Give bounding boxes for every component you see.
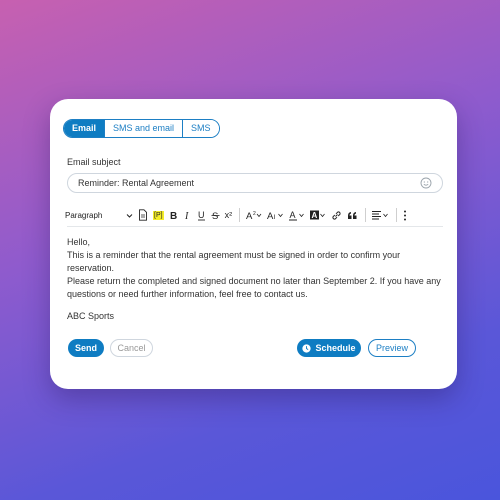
alignment-button[interactable] xyxy=(372,207,389,223)
font-size-icon: AI xyxy=(267,211,283,220)
svg-text:A: A xyxy=(290,210,296,220)
text-style-button[interactable]: A2 xyxy=(246,207,262,223)
strikethrough-button[interactable]: S xyxy=(211,207,220,223)
chevron-down-icon xyxy=(126,213,133,218)
variable-placeholder-icon: [P] xyxy=(153,210,164,220)
body-signature: ABC Sports xyxy=(67,311,115,321)
body-paragraph: This is a reminder that the rental agree… xyxy=(67,250,401,273)
formatting-toolbar: Paragraph [P] B I U S x² A2 AI A A xyxy=(65,205,445,225)
paragraph-style-select[interactable]: Paragraph xyxy=(65,207,133,223)
svg-text:I: I xyxy=(184,211,189,220)
subject-label: Email subject xyxy=(67,157,121,167)
bold-icon: B xyxy=(170,211,177,220)
subject-field-wrapper xyxy=(67,173,443,193)
underline-icon: U xyxy=(197,210,205,220)
more-vertical-icon xyxy=(404,210,407,220)
svg-text:U: U xyxy=(198,210,205,220)
svg-text:I: I xyxy=(274,214,276,220)
tab-sms-and-email[interactable]: SMS and email xyxy=(104,120,183,137)
superscript-icon: x² xyxy=(224,210,233,220)
link-icon xyxy=(332,210,341,220)
more-options-button[interactable] xyxy=(403,207,407,223)
insert-variable-button[interactable]: [P] xyxy=(153,207,164,223)
emoji-icon[interactable] xyxy=(420,177,432,189)
superscript-button[interactable]: x² xyxy=(225,207,233,223)
quote-icon xyxy=(348,211,357,219)
strikethrough-icon: S xyxy=(211,211,220,220)
toolbar-divider xyxy=(396,208,398,222)
tab-email[interactable]: Email xyxy=(64,120,105,137)
font-color-icon: A xyxy=(289,210,304,220)
italic-button[interactable]: I xyxy=(183,207,192,223)
svg-text:A: A xyxy=(312,211,318,220)
body-paragraph: Please return the completed and signed d… xyxy=(67,276,441,299)
toolbar-divider xyxy=(365,208,367,222)
insert-document-button[interactable] xyxy=(138,207,148,223)
svg-text:A: A xyxy=(246,211,253,220)
schedule-label: Schedule xyxy=(315,343,356,353)
preview-button[interactable]: Preview xyxy=(368,339,416,357)
font-color-button[interactable]: A xyxy=(289,207,305,223)
svg-text:2: 2 xyxy=(253,211,256,217)
svg-text:B: B xyxy=(170,211,177,220)
schedule-button[interactable]: Schedule xyxy=(297,339,361,357)
font-size-button[interactable]: AI xyxy=(267,207,284,223)
highlight-color-button[interactable]: A xyxy=(310,207,326,223)
text-style-icon: A2 xyxy=(246,211,262,220)
channel-tabs: Email SMS and email SMS xyxy=(63,119,220,138)
subject-input[interactable] xyxy=(78,178,420,188)
document-icon xyxy=(139,209,147,221)
toolbar-divider xyxy=(239,208,241,222)
italic-icon: I xyxy=(184,211,189,220)
blockquote-button[interactable] xyxy=(347,207,358,223)
bold-button[interactable]: B xyxy=(169,207,178,223)
underline-button[interactable]: U xyxy=(197,207,206,223)
link-button[interactable] xyxy=(331,207,342,223)
cancel-button[interactable]: Cancel xyxy=(110,339,153,357)
align-left-icon xyxy=(372,211,388,220)
clock-icon xyxy=(302,343,312,353)
tab-sms[interactable]: SMS xyxy=(182,120,219,137)
send-button[interactable]: Send xyxy=(68,339,104,357)
paragraph-style-label: Paragraph xyxy=(65,210,103,220)
email-composer-card: Email SMS and email SMS Email subject Pa… xyxy=(50,99,457,389)
message-body-editor[interactable]: Hello, This is a reminder that the renta… xyxy=(67,226,443,326)
highlight-color-icon: A xyxy=(310,210,325,220)
body-greeting: Hello, xyxy=(67,237,91,247)
